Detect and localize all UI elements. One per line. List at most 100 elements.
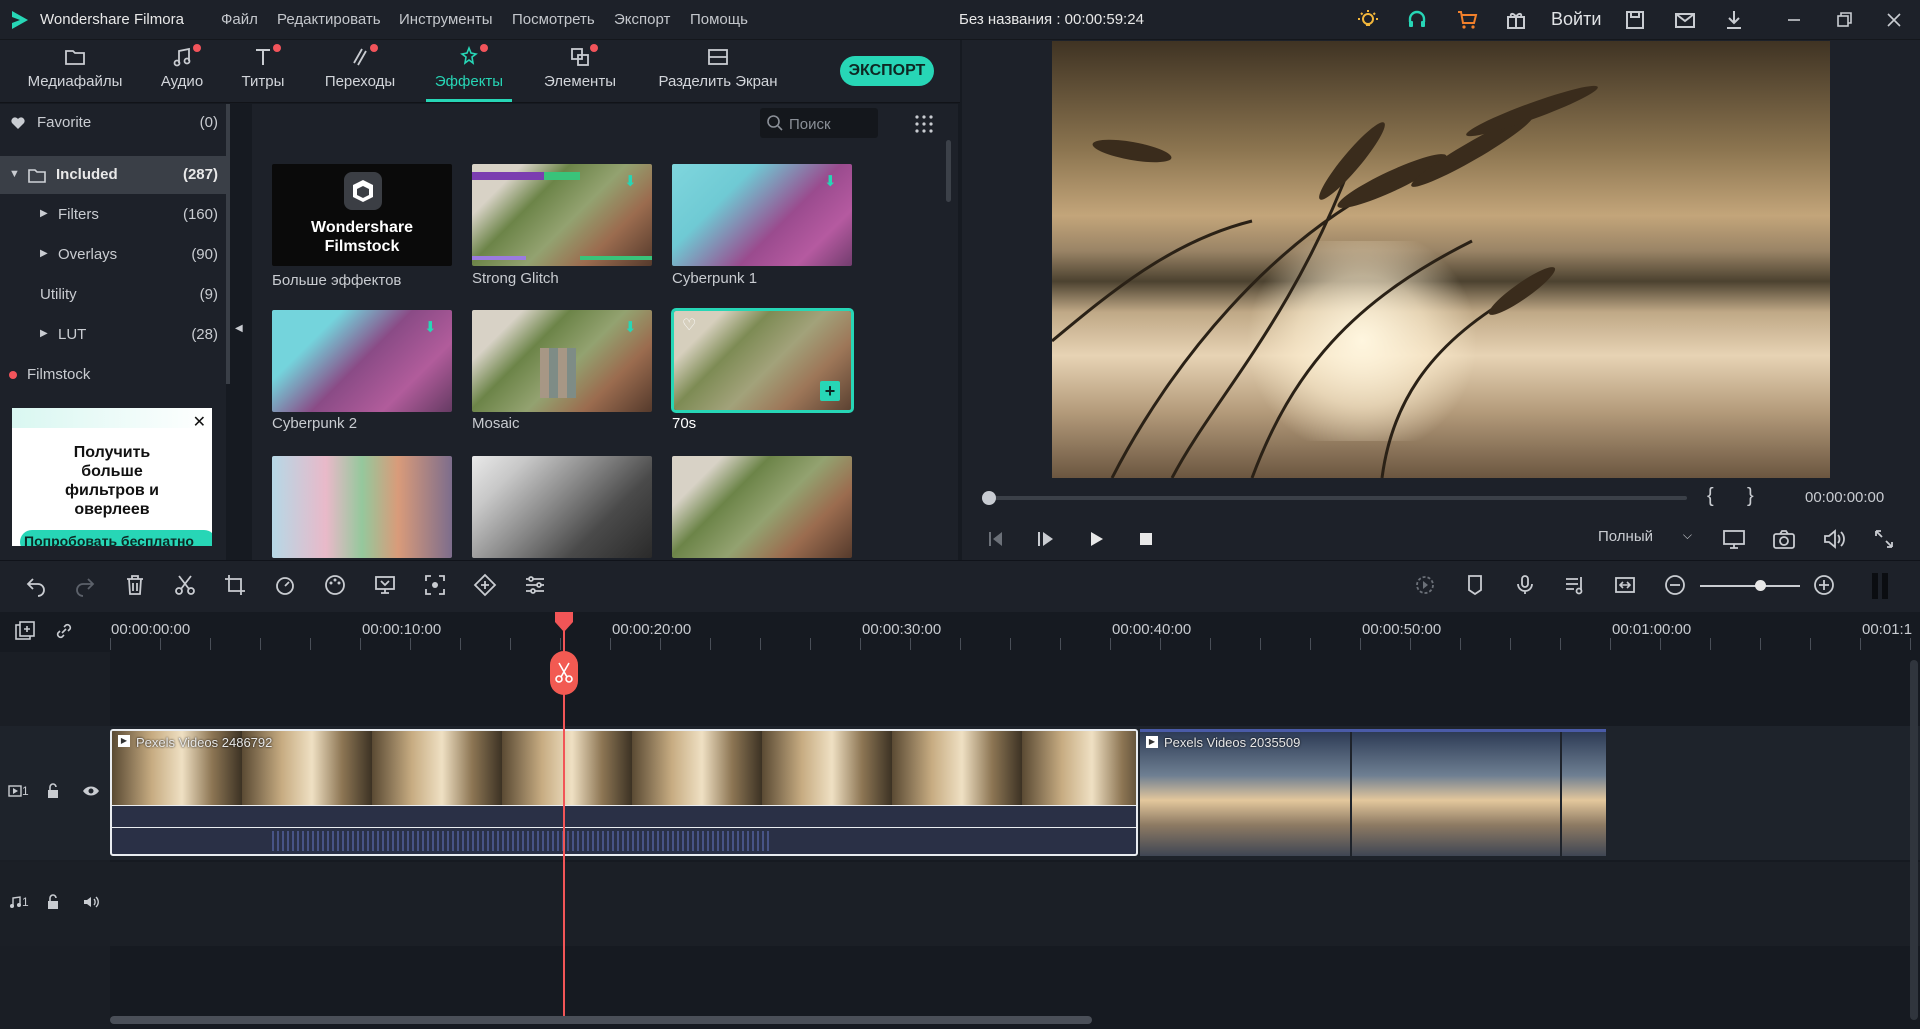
green-screen-icon[interactable] [373, 573, 397, 597]
gift-icon[interactable] [1504, 8, 1528, 32]
playhead-handle-icon[interactable] [553, 612, 575, 634]
undo-icon[interactable] [24, 573, 48, 597]
tab-split-screen[interactable]: Разделить Экран [656, 40, 780, 102]
close-icon[interactable] [1882, 8, 1906, 32]
effect-thumbnail[interactable] [672, 456, 852, 558]
mark-out-button[interactable]: } [1747, 485, 1754, 508]
download-icon[interactable]: ⬇ [624, 172, 637, 190]
microphone-icon[interactable] [1513, 573, 1537, 597]
zoom-slider-knob[interactable] [1755, 580, 1766, 591]
download-icon[interactable]: ⬇ [624, 318, 637, 336]
category-included[interactable]: ▼ Included (287) [0, 156, 226, 194]
tab-effects[interactable]: Эффекты [426, 40, 512, 102]
tab-elements[interactable]: Элементы [538, 40, 622, 102]
eye-visibility-icon[interactable] [82, 784, 100, 798]
category-filters[interactable]: ▶ Filters (160) [0, 196, 226, 234]
category-utility[interactable]: Utility (9) [0, 276, 226, 314]
render-preview-icon[interactable] [1413, 573, 1437, 597]
audio-track[interactable] [0, 862, 1920, 946]
filmstock-card[interactable]: Wondershare Filmstock [272, 164, 452, 266]
video-clip[interactable]: ▶ Pexels Videos 2035509 [1140, 729, 1606, 856]
menu-export[interactable]: Экспорт [614, 11, 670, 28]
playback-progress-bar[interactable] [987, 496, 1687, 500]
minimize-icon[interactable] [1782, 8, 1806, 32]
effects-scrollbar[interactable] [946, 140, 951, 202]
download-icon[interactable]: ⬇ [424, 318, 437, 336]
menu-view[interactable]: Посмотреть [512, 11, 595, 28]
lightbulb-icon[interactable] [1356, 8, 1380, 32]
stop-icon[interactable] [1137, 530, 1155, 548]
zoom-slider[interactable] [1700, 585, 1800, 587]
tab-audio[interactable]: Аудио [150, 40, 214, 102]
category-overlays[interactable]: ▶ Overlays (90) [0, 236, 226, 274]
snapshot-camera-icon[interactable] [1772, 528, 1796, 550]
mail-icon[interactable] [1673, 8, 1697, 32]
speaker-icon[interactable] [82, 895, 100, 909]
color-palette-icon[interactable] [323, 573, 347, 597]
filmstock-ad-banner[interactable]: ✕ Получить больше фильтров и оверлеев По… [12, 408, 212, 546]
menu-edit[interactable]: Редактировать [277, 11, 381, 28]
effect-thumbnail[interactable]: ⬇ [672, 164, 852, 266]
tab-media[interactable]: Медиафайлы [20, 40, 130, 102]
lock-icon[interactable] [46, 783, 60, 799]
play-slow-icon[interactable] [1036, 530, 1056, 548]
category-lut[interactable]: ▶ LUT (28) [0, 316, 226, 354]
cart-icon[interactable] [1455, 8, 1479, 32]
stabilize-icon[interactable] [423, 573, 447, 597]
mark-in-button[interactable]: { [1707, 485, 1714, 508]
previous-frame-icon[interactable] [986, 530, 1006, 548]
panel-divider-handle[interactable] [1872, 573, 1878, 599]
play-icon[interactable] [1086, 530, 1106, 548]
quality-select[interactable]: Полный ⌵ [1598, 528, 1692, 552]
delete-icon[interactable] [123, 573, 147, 597]
save-icon[interactable] [1623, 8, 1647, 32]
keyframe-icon[interactable] [473, 573, 497, 597]
lock-icon[interactable] [46, 894, 60, 910]
audio-mixer-icon[interactable] [1563, 573, 1587, 597]
export-button[interactable]: ЭКСПОРТ [840, 56, 934, 86]
split-scissors-button[interactable] [550, 651, 578, 695]
link-icon[interactable] [53, 620, 75, 642]
video-preview[interactable] [1052, 41, 1830, 478]
redo-icon[interactable] [73, 573, 97, 597]
favorite-heart-icon[interactable]: ♡ [682, 315, 696, 335]
collapse-sidebar-icon[interactable]: ◀ [235, 323, 245, 335]
adjust-sliders-icon[interactable] [523, 573, 547, 597]
menu-file[interactable]: Файл [221, 11, 258, 28]
add-effect-icon[interactable]: + [820, 381, 840, 401]
headset-support-icon[interactable] [1405, 8, 1429, 32]
panel-divider-handle[interactable] [1882, 573, 1888, 599]
grid-view-icon[interactable] [914, 114, 934, 134]
sidebar-scrollbar[interactable] [226, 104, 230, 384]
download-icon[interactable] [1722, 8, 1746, 32]
effect-thumbnail[interactable] [272, 456, 452, 558]
zoom-out-icon[interactable] [1663, 573, 1687, 597]
restore-icon[interactable] [1832, 8, 1856, 32]
fullscreen-icon[interactable] [1873, 528, 1895, 550]
marker-icon[interactable] [1463, 573, 1487, 597]
download-icon[interactable]: ⬇ [824, 172, 837, 190]
zoom-in-icon[interactable] [1812, 573, 1836, 597]
menu-help[interactable]: Помощь [690, 11, 748, 28]
effect-thumbnail[interactable]: ⬇ [472, 310, 652, 412]
add-track-icon[interactable] [14, 620, 36, 642]
category-filmstock[interactable]: Filmstock [0, 356, 226, 394]
voiceover-icon[interactable] [1613, 573, 1637, 597]
timeline-horizontal-scrollbar[interactable] [110, 1016, 1092, 1024]
effect-thumbnail-selected[interactable]: ♡ + [671, 308, 854, 413]
playback-scrubber-knob[interactable] [982, 491, 996, 505]
effect-thumbnail[interactable]: ⬇ [472, 164, 652, 266]
login-button[interactable]: Войти [1551, 9, 1601, 30]
tab-titles[interactable]: Титры [232, 40, 294, 102]
video-clip[interactable]: ▶ Pexels Videos 2486792 [110, 729, 1138, 856]
close-icon[interactable]: ✕ [193, 412, 206, 432]
effect-thumbnail[interactable]: ⬇ [272, 310, 452, 412]
category-favorite[interactable]: Favorite (0) [0, 104, 226, 142]
volume-icon[interactable] [1822, 528, 1846, 550]
display-monitor-icon[interactable] [1722, 528, 1746, 550]
cut-scissors-icon[interactable] [173, 573, 197, 597]
tab-transitions[interactable]: Переходы [318, 40, 402, 102]
crop-icon[interactable] [223, 573, 247, 597]
menu-tools[interactable]: Инструменты [399, 11, 493, 28]
timeline-vertical-scrollbar[interactable] [1910, 660, 1918, 1020]
